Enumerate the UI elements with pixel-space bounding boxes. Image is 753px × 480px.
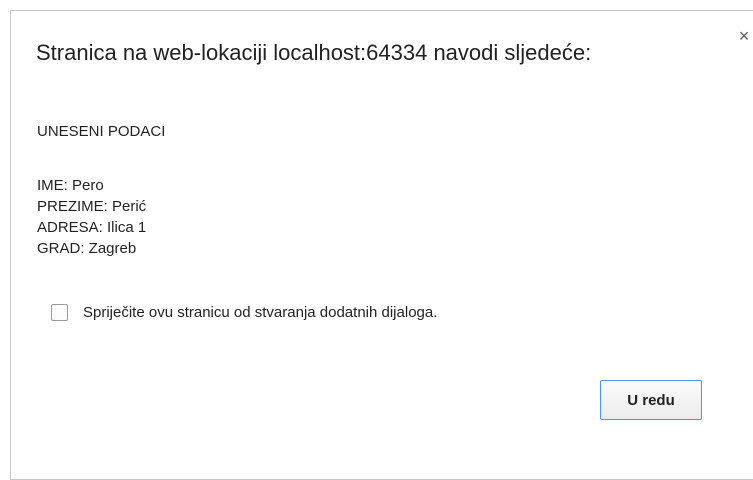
suppress-dialogs-row[interactable]: Spriječite ovu stranicu od stvaranja dod…: [51, 302, 437, 322]
message-line-address: ADRESA: Ilica 1: [37, 219, 147, 236]
suppress-dialogs-label[interactable]: Spriječite ovu stranicu od stvaranja dod…: [83, 304, 437, 321]
suppress-dialogs-checkbox[interactable]: [51, 303, 68, 321]
message-line-city: GRAD: Zagreb: [37, 240, 137, 257]
message-line-name: IME: Pero: [37, 177, 104, 194]
message-lines: IME: Pero PREZIME: Perić ADRESA: Ilica 1…: [37, 175, 146, 259]
dialog-title: Stranica na web-lokaciji localhost:64334…: [36, 40, 592, 65]
ok-button[interactable]: U redu: [600, 380, 702, 420]
alert-dialog: × Stranica na web-lokaciji localhost:643…: [10, 10, 753, 480]
close-icon[interactable]: ×: [734, 26, 753, 46]
message-line-surname: PREZIME: Perić: [37, 198, 147, 215]
message-heading: UNESENI PODACI: [37, 123, 166, 140]
